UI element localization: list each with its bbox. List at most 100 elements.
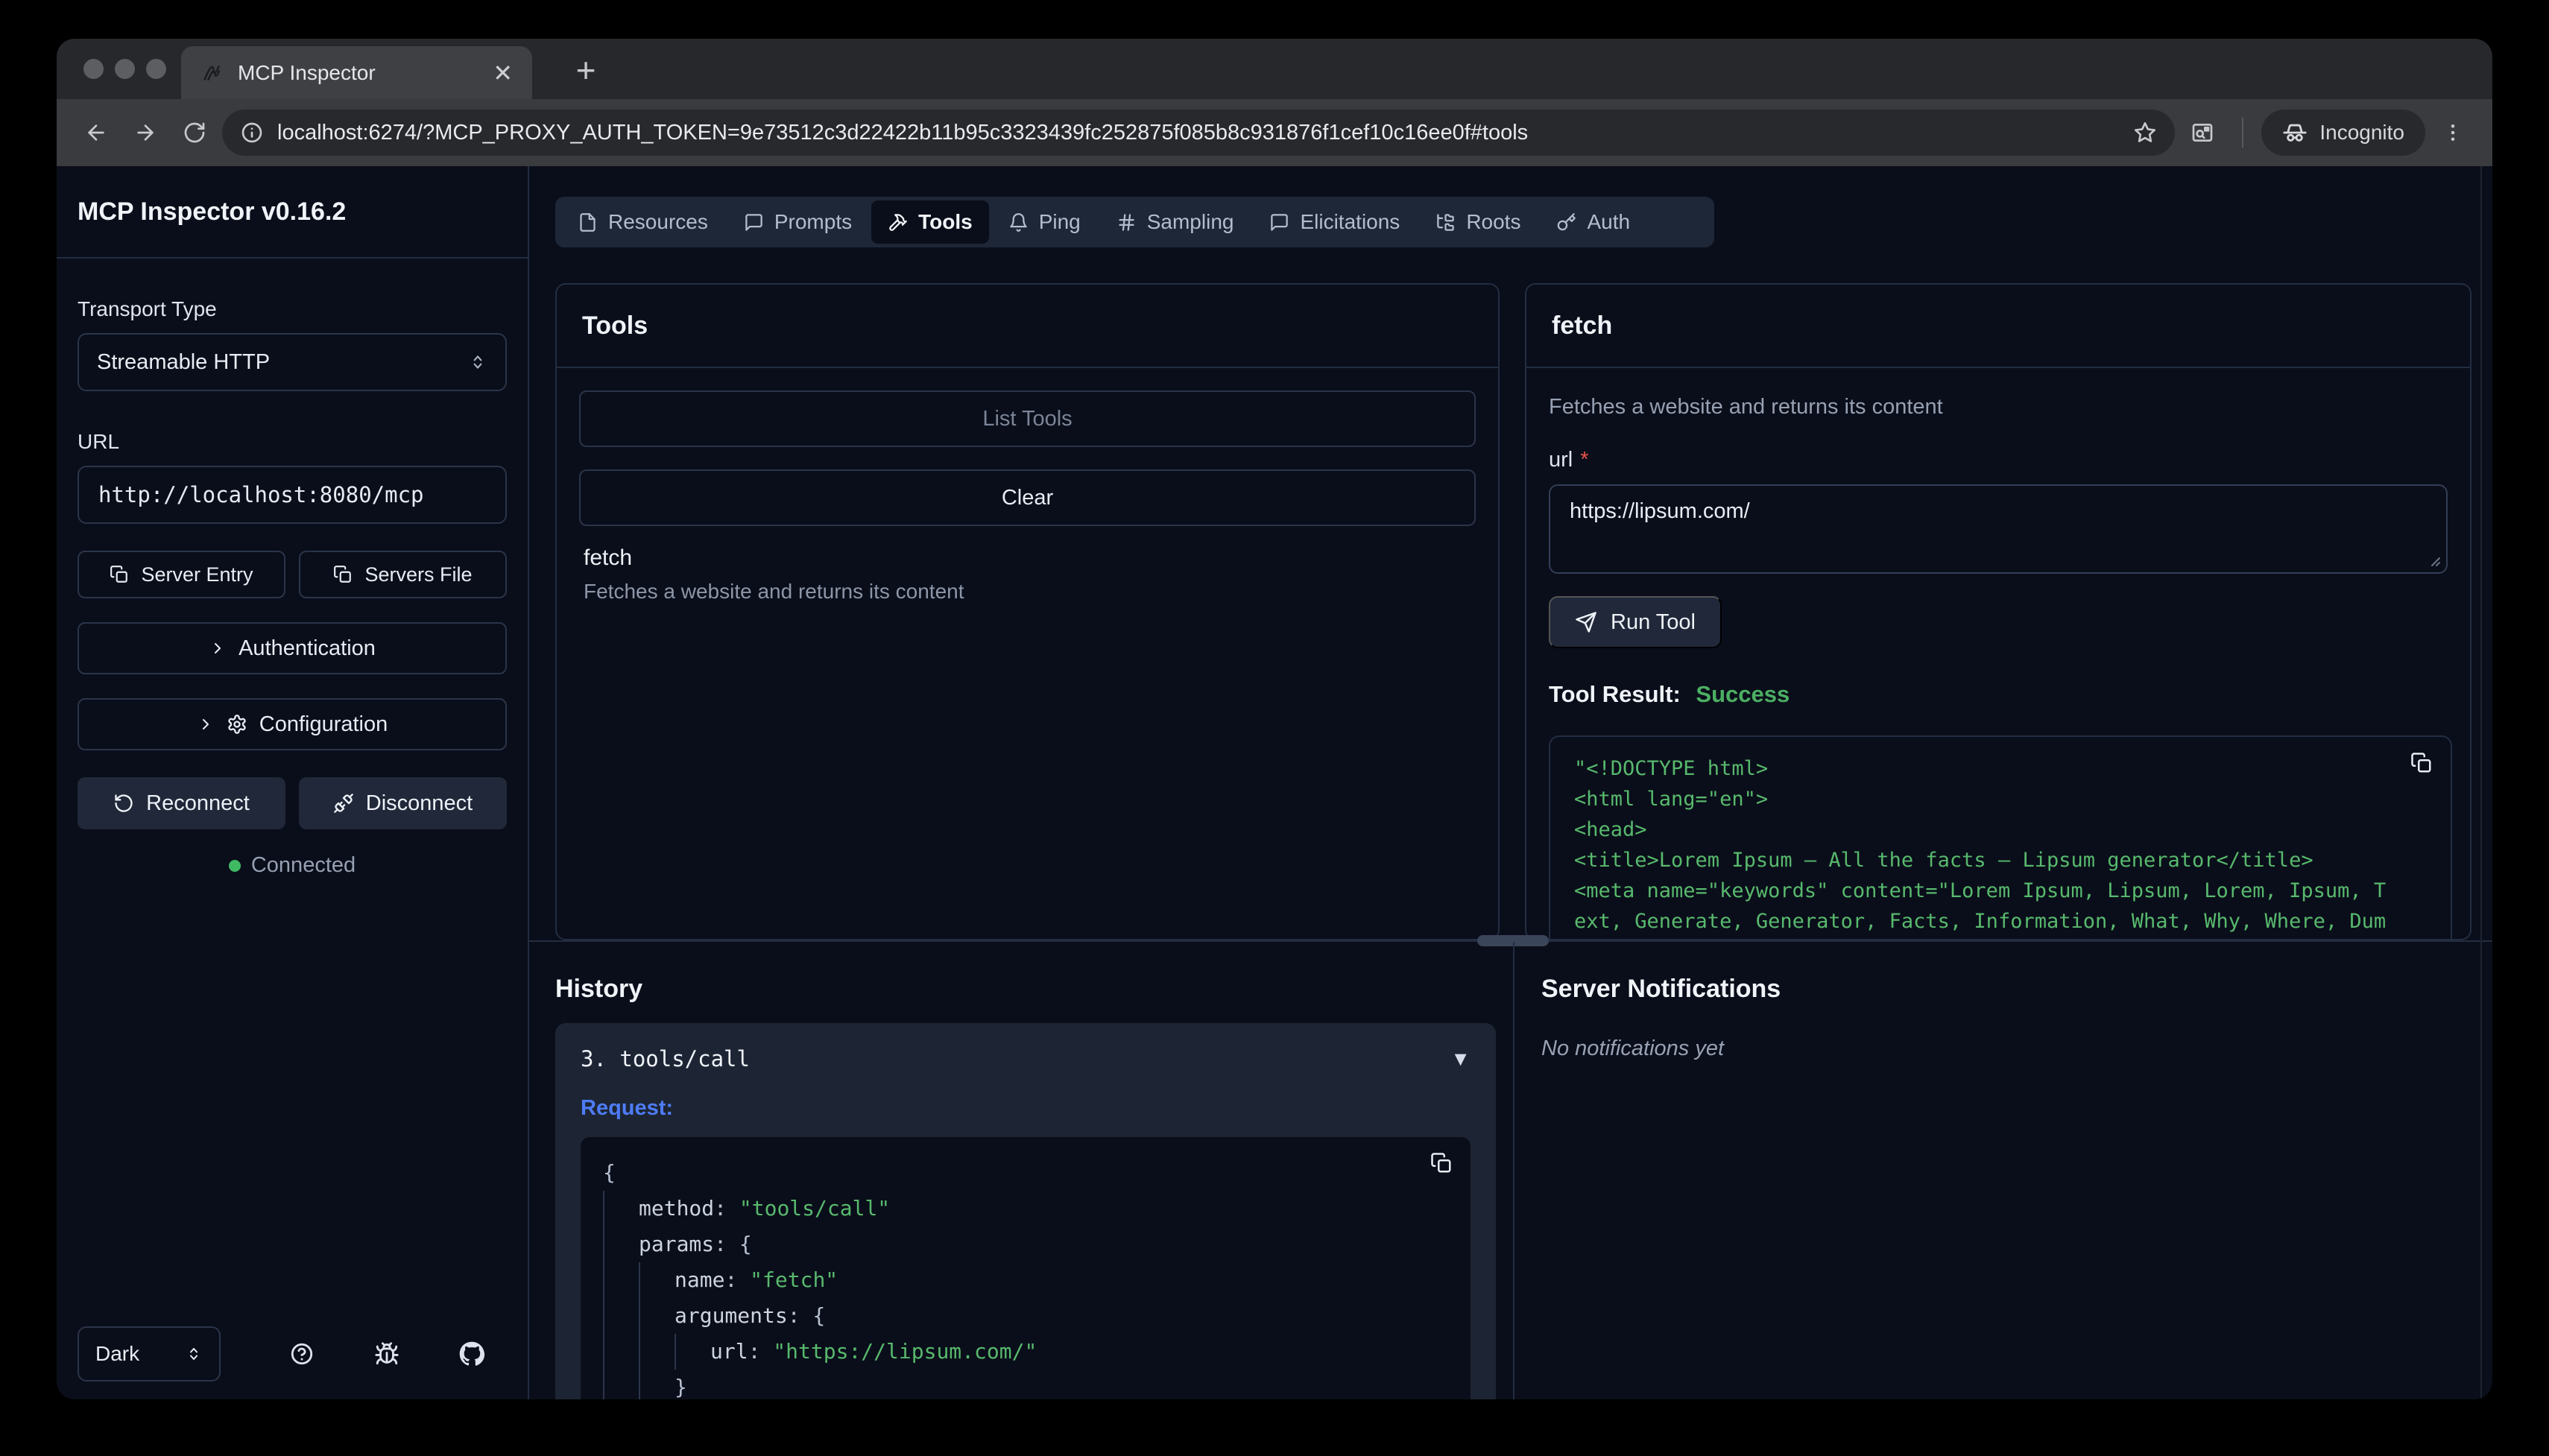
tab-strip: MCP Inspector ✕ + xyxy=(57,39,2492,99)
list-tools-label: List Tools xyxy=(982,407,1072,431)
request-label: Request: xyxy=(581,1096,1471,1121)
browser-window: MCP Inspector ✕ + localhost:6274/?MCP_PR… xyxy=(57,39,2492,1399)
bug-report-icon[interactable] xyxy=(374,1341,399,1367)
chevron-right-icon xyxy=(197,715,215,733)
back-button[interactable] xyxy=(75,111,118,154)
server-entry-button[interactable]: Server Entry xyxy=(78,551,285,598)
back-icon xyxy=(84,121,108,145)
configuration-expander[interactable]: Configuration xyxy=(78,698,507,750)
copy-result-button[interactable] xyxy=(2410,752,2433,774)
theme-select[interactable]: Dark xyxy=(78,1326,221,1381)
scrollbar-track[interactable] xyxy=(2480,166,2482,1399)
list-tools-button[interactable]: List Tools xyxy=(579,390,1476,447)
minimize-window-button[interactable] xyxy=(115,59,135,79)
github-icon[interactable] xyxy=(459,1341,484,1367)
tab-auth[interactable]: Auth xyxy=(1540,200,1646,244)
vertical-splitter[interactable] xyxy=(1513,942,1514,1399)
maximize-window-button[interactable] xyxy=(146,59,166,79)
browser-menu-button[interactable] xyxy=(2431,111,2474,154)
mcp-logo-icon xyxy=(200,62,223,84)
close-window-button[interactable] xyxy=(83,59,104,79)
tab-elicitations[interactable]: Elicitations xyxy=(1253,200,1416,244)
clear-tools-button[interactable]: Clear xyxy=(579,469,1476,526)
tools-panel-title: Tools xyxy=(557,285,1498,368)
transport-type-select[interactable]: Streamable HTTP xyxy=(78,333,507,391)
tab-resources[interactable]: Resources xyxy=(561,200,724,244)
page-content: MCP Inspector v0.16.2 Transport Type Str… xyxy=(57,166,2492,1399)
new-tab-button[interactable]: + xyxy=(565,49,607,91)
tab-label: Auth xyxy=(1587,210,1630,234)
json-line: arguments: { xyxy=(603,1298,1448,1334)
copy-request-button[interactable] xyxy=(1430,1152,1453,1174)
result-line: ext, Generate, Generator, Facts, Informa… xyxy=(1574,906,2427,937)
resize-grip-icon[interactable] xyxy=(2424,550,2442,568)
tab-tools[interactable]: Tools xyxy=(871,200,989,244)
result-line: <meta name="keywords" content="Lorem Ips… xyxy=(1574,876,2427,906)
history-entry-header[interactable]: 3. tools/call ▼ xyxy=(581,1042,1471,1075)
transport-type-label: Transport Type xyxy=(78,297,507,321)
copy-icon xyxy=(110,565,129,584)
indent-guide xyxy=(603,1262,639,1298)
tools-list: fetchFetches a website and returns its c… xyxy=(579,545,1476,604)
json-line: } xyxy=(603,1370,1448,1399)
unplug-icon xyxy=(333,793,354,814)
connected-dot-icon xyxy=(229,860,241,872)
main-area: ResourcesPromptsToolsPingSamplingElicita… xyxy=(529,166,2492,1399)
message-square-icon xyxy=(1269,212,1289,232)
forward-button[interactable] xyxy=(124,111,167,154)
authentication-expander[interactable]: Authentication xyxy=(78,622,507,674)
json-token-str: "fetch" xyxy=(750,1262,838,1298)
kebab-menu-icon xyxy=(2442,121,2464,144)
history-entry: 3. tools/call ▼ Request: {method: "tools… xyxy=(555,1023,1496,1399)
bell-icon xyxy=(1008,212,1029,232)
indent-guide xyxy=(639,1298,675,1334)
browser-toolbar: localhost:6274/?MCP_PROXY_AUTH_TOKEN=9e7… xyxy=(57,99,2492,166)
run-tool-button[interactable]: Run Tool xyxy=(1549,596,1722,648)
tab-label: Resources xyxy=(608,210,708,234)
tools-panel: Tools List Tools Clear fetchFetches a we… xyxy=(555,283,1500,940)
tab-ping[interactable]: Ping xyxy=(992,200,1097,244)
server-url-input[interactable] xyxy=(78,466,507,524)
indent-guide xyxy=(603,1226,639,1262)
no-notifications-message: No notifications yet xyxy=(1541,1036,1724,1061)
address-bar[interactable]: localhost:6274/?MCP_PROXY_AUTH_TOKEN=9e7… xyxy=(222,110,2175,156)
bookmark-star-icon[interactable] xyxy=(2133,121,2157,145)
server-entry-label: Server Entry xyxy=(141,563,253,586)
result-line: <html lang="en"> xyxy=(1574,784,2427,814)
url-param-input[interactable]: https://lipsum.com/ xyxy=(1549,484,2448,574)
configuration-label: Configuration xyxy=(259,712,388,737)
site-info-icon[interactable] xyxy=(240,121,264,145)
json-token-str: "https://lipsum.com/" xyxy=(773,1334,1037,1370)
indent-guide xyxy=(675,1334,710,1370)
indent-guide xyxy=(639,1334,675,1370)
tool-list-item[interactable]: fetchFetches a website and returns its c… xyxy=(579,545,1476,604)
browser-tab[interactable]: MCP Inspector ✕ xyxy=(181,46,532,99)
help-icon[interactable] xyxy=(289,1341,315,1367)
reload-icon xyxy=(183,121,206,145)
json-token-key: arguments xyxy=(675,1298,788,1334)
reload-button[interactable] xyxy=(173,111,216,154)
key-icon xyxy=(1556,212,1576,232)
tool-result-output: "<!DOCTYPE html><html lang="en"><head><t… xyxy=(1549,735,2452,940)
url-text: localhost:6274/?MCP_PROXY_AUTH_TOKEN=9e7… xyxy=(277,121,2120,145)
gear-icon xyxy=(227,714,247,735)
tab-prompts[interactable]: Prompts xyxy=(727,200,868,244)
disconnect-button[interactable]: Disconnect xyxy=(299,777,507,829)
indent-guide xyxy=(603,1191,639,1226)
tab-close-icon[interactable]: ✕ xyxy=(493,61,513,85)
tab-label: Roots xyxy=(1466,210,1520,234)
collapse-triangle-icon[interactable]: ▼ xyxy=(1450,1048,1471,1071)
servers-file-button[interactable]: Servers File xyxy=(299,551,507,598)
message-square-icon xyxy=(744,212,764,232)
chevrons-up-down-icon xyxy=(185,1345,203,1363)
chevron-right-icon xyxy=(209,639,227,657)
incognito-icon xyxy=(2282,120,2308,145)
indent-guide xyxy=(639,1370,675,1399)
tab-sampling[interactable]: Sampling xyxy=(1100,200,1251,244)
toolbar-divider xyxy=(2242,118,2243,148)
side-panel-button[interactable] xyxy=(2181,111,2224,154)
json-line: params: { xyxy=(603,1226,1448,1262)
reconnect-button[interactable]: Reconnect xyxy=(78,777,285,829)
tab-roots[interactable]: Roots xyxy=(1419,200,1537,244)
json-token-punc: : { xyxy=(714,1226,752,1262)
